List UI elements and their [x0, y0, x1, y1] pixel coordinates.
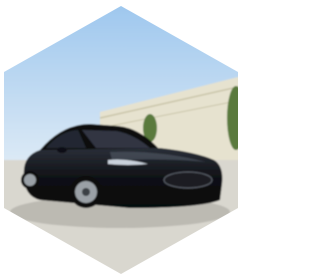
hexagon-photo-tile	[0, 0, 242, 280]
hexagon-photo	[4, 6, 238, 274]
car-mirror	[57, 147, 67, 153]
car-wheel-rear	[21, 171, 39, 189]
car-wheel-front	[70, 176, 102, 208]
car-grille	[163, 171, 213, 189]
